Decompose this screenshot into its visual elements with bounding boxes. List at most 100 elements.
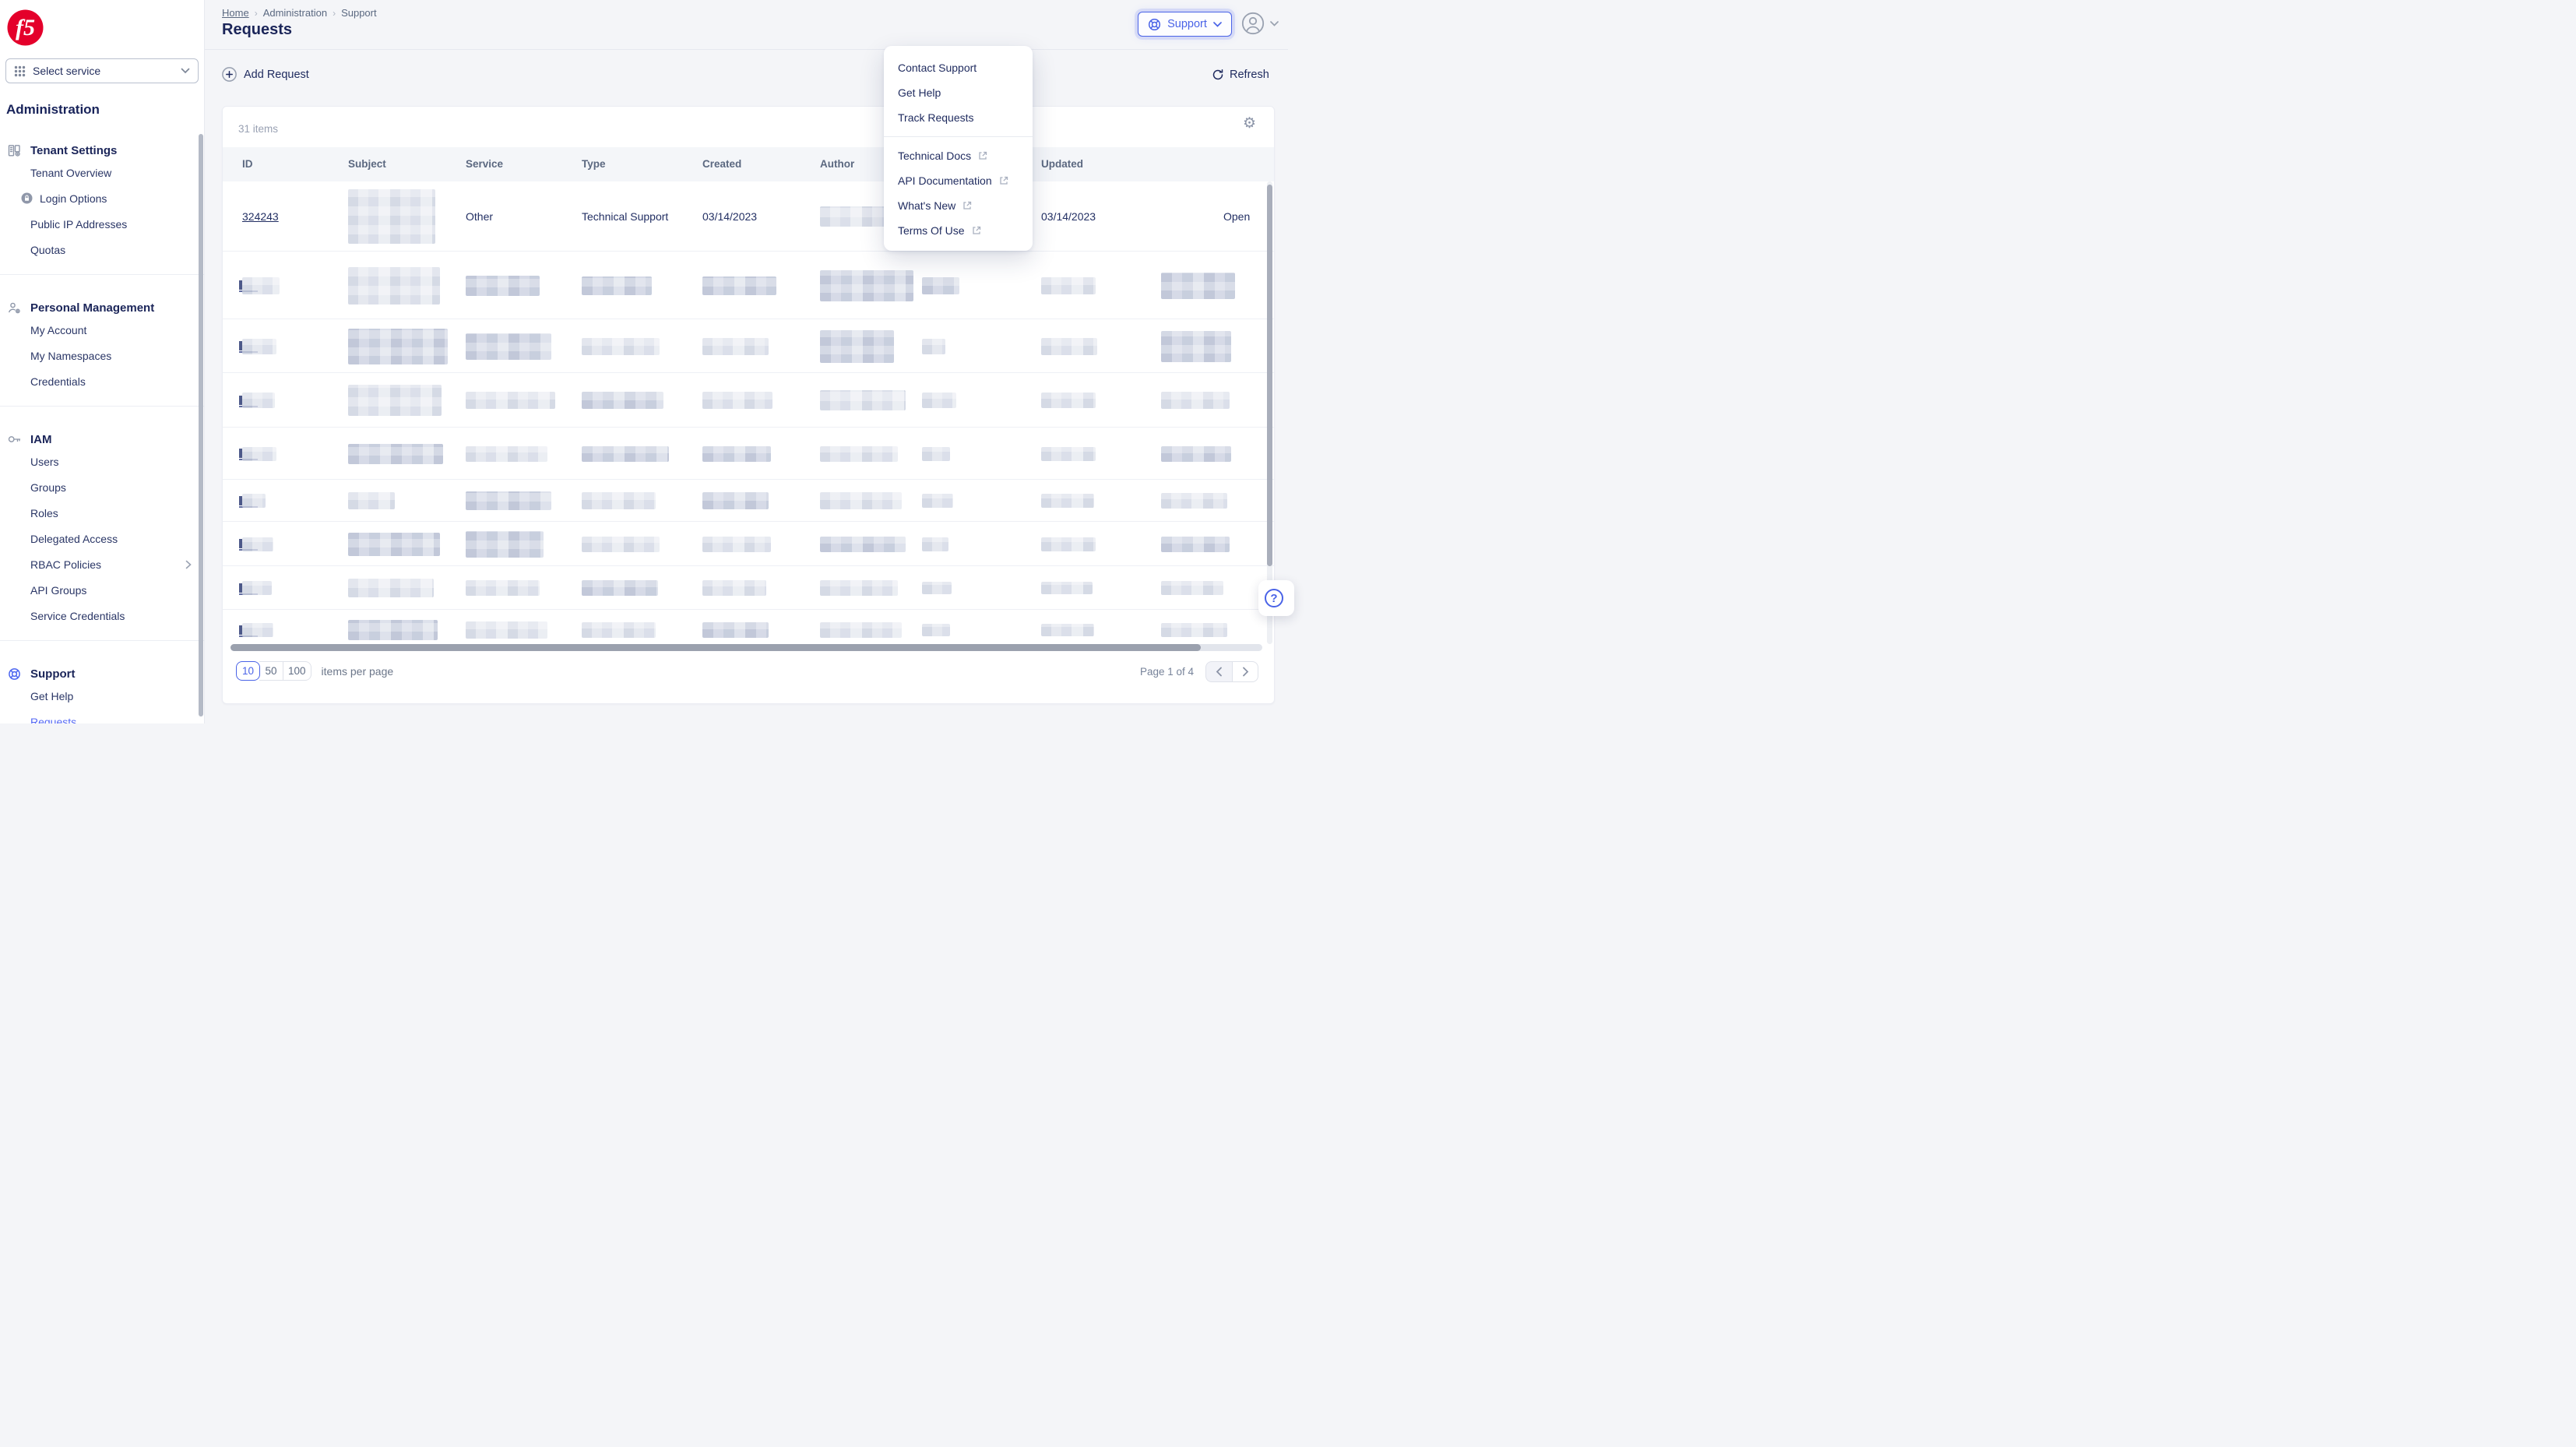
breadcrumb-home[interactable]: Home (222, 7, 249, 19)
redacted-updated (1041, 447, 1096, 461)
sidebar-scrollbar[interactable] (199, 134, 203, 716)
column-header-author[interactable]: Author (820, 147, 854, 181)
menu-item-contact-support[interactable]: Contact Support (884, 55, 1033, 80)
refresh-button[interactable]: Refresh (1212, 69, 1269, 81)
sidebar-item-service-credentials[interactable]: Service Credentials (0, 603, 204, 628)
redacted-id[interactable] (242, 537, 273, 551)
sidebar-nav: Tenant Settings Tenant Overview Login Op… (0, 141, 204, 724)
menu-item-whats-new[interactable]: What's New (884, 193, 1033, 218)
main-content: Home › Administration › Support Requests… (205, 0, 1288, 724)
iam-key-icon (8, 434, 21, 445)
sidebar-item-roles[interactable]: Roles (0, 500, 204, 526)
column-header-service[interactable]: Service (466, 147, 503, 181)
redacted-id[interactable] (242, 623, 273, 637)
redacted-author (820, 580, 898, 596)
previous-page-button[interactable] (1205, 661, 1232, 682)
redacted-action (1161, 392, 1230, 409)
redacted-status (922, 339, 945, 354)
horizontal-scrollbar-thumb[interactable] (231, 644, 1201, 651)
help-button[interactable]: ? (1258, 580, 1294, 616)
user-menu[interactable] (1241, 12, 1279, 35)
section-title: IAM (30, 433, 52, 446)
redacted-status (922, 447, 950, 461)
open-request-link[interactable]: Open (1223, 210, 1250, 223)
redacted-subject (348, 267, 440, 305)
table-rows: 324243 Other Technical Support 03/14/202… (223, 181, 1274, 644)
add-request-button[interactable]: Add Request (222, 67, 309, 82)
column-header-subject[interactable]: Subject (348, 147, 386, 181)
column-header-updated[interactable]: Updated (1041, 147, 1083, 181)
redacted-service (466, 276, 540, 296)
redacted-action (1161, 623, 1227, 637)
sidebar-item-requests[interactable]: Requests (0, 709, 204, 724)
redacted-type (582, 338, 660, 355)
redacted-type (582, 580, 658, 596)
sidebar-item-my-account[interactable]: My Account (0, 317, 204, 343)
menu-item-api-documentation[interactable]: API Documentation (884, 168, 1033, 193)
redacted-service (466, 621, 547, 639)
sidebar-item-login-options[interactable]: Login Options (0, 185, 204, 211)
table-row[interactable] (223, 522, 1274, 566)
table-row[interactable] (223, 373, 1274, 428)
redacted-author (820, 492, 902, 509)
table-row[interactable] (223, 252, 1274, 319)
redacted-service (466, 531, 544, 558)
service-selector[interactable]: Select service (5, 58, 199, 83)
table-row[interactable] (223, 480, 1274, 522)
table-settings-gear-icon[interactable]: ⚙ (1243, 116, 1256, 131)
redacted-type (582, 392, 663, 409)
vertical-scrollbar[interactable] (1267, 181, 1272, 644)
request-id-link[interactable]: 324243 (242, 210, 279, 223)
redacted-created (702, 622, 769, 638)
sidebar-item-rbac-policies[interactable]: RBAC Policies (0, 551, 204, 577)
page-size-50[interactable]: 50 (259, 661, 283, 681)
sidebar-item-api-groups[interactable]: API Groups (0, 577, 204, 603)
redacted-action (1161, 273, 1235, 299)
next-page-button[interactable] (1232, 661, 1258, 682)
redacted-id[interactable] (242, 494, 266, 508)
sidebar-item-delegated-access[interactable]: Delegated Access (0, 526, 204, 551)
redacted-id[interactable] (242, 447, 276, 461)
table-row[interactable] (223, 610, 1274, 644)
column-header-created[interactable]: Created (702, 147, 741, 181)
horizontal-scrollbar[interactable] (231, 644, 1262, 651)
sidebar-item-credentials[interactable]: Credentials (0, 368, 204, 394)
redacted-service (466, 491, 551, 510)
menu-item-technical-docs[interactable]: Technical Docs (884, 143, 1033, 168)
table-row[interactable]: 324243 Other Technical Support 03/14/202… (223, 181, 1274, 252)
page-size-10[interactable]: 10 (236, 661, 260, 681)
column-header-id[interactable]: ID (242, 147, 253, 181)
redacted-action (1161, 493, 1227, 509)
support-menu-button[interactable]: Support (1138, 12, 1232, 37)
redacted-id[interactable] (242, 277, 280, 294)
sidebar-item-my-namespaces[interactable]: My Namespaces (0, 343, 204, 368)
redacted-updated (1041, 494, 1094, 508)
sidebar-item-quotas[interactable]: Quotas (0, 237, 204, 262)
redacted-updated (1041, 277, 1096, 294)
sidebar-item-get-help[interactable]: Get Help (0, 683, 204, 709)
redacted-service (466, 580, 540, 596)
column-header-type[interactable]: Type (582, 147, 606, 181)
menu-item-terms-of-use[interactable]: Terms Of Use (884, 218, 1033, 243)
chevron-down-icon (181, 68, 190, 74)
cell-created: 03/14/2023 (702, 210, 757, 223)
table-row[interactable] (223, 428, 1274, 480)
sidebar-divider (0, 406, 204, 407)
question-mark-icon: ? (1265, 589, 1283, 607)
menu-item-track-requests[interactable]: Track Requests (884, 105, 1033, 130)
vertical-scrollbar-thumb[interactable] (1267, 185, 1272, 566)
sidebar-item-groups[interactable]: Groups (0, 474, 204, 500)
redacted-id[interactable] (242, 339, 276, 354)
menu-item-get-help[interactable]: Get Help (884, 80, 1033, 105)
external-link-icon (972, 226, 981, 235)
redacted-id[interactable] (242, 393, 275, 408)
sidebar-item-tenant-overview[interactable]: Tenant Overview (0, 160, 204, 185)
sidebar-item-users[interactable]: Users (0, 449, 204, 474)
chevron-down-icon (1213, 22, 1222, 27)
table-row[interactable] (223, 566, 1274, 610)
table-row[interactable] (223, 319, 1274, 373)
page-size-100[interactable]: 100 (283, 661, 311, 681)
redacted-id[interactable] (242, 581, 272, 595)
service-selector-label: Select service (33, 65, 181, 77)
sidebar-item-public-ip-addresses[interactable]: Public IP Addresses (0, 211, 204, 237)
